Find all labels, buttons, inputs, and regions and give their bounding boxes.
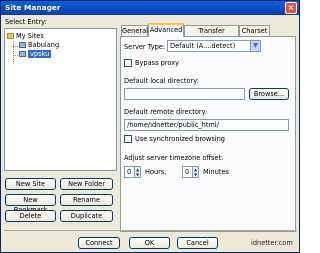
tree-connector: [13, 55, 18, 56]
rename-button[interactable]: Rename: [60, 194, 113, 206]
ok-button[interactable]: OK: [129, 237, 170, 249]
cancel-button[interactable]: Cancel: [177, 237, 218, 249]
default-local-dir-input[interactable]: [124, 88, 245, 100]
timezone-offset-label: Adjust server timezone offset:: [124, 154, 224, 162]
minutes-spinner[interactable]: 0 ▲ ▼: [182, 166, 199, 178]
minutes-label: Minutes: [203, 168, 229, 176]
tab-advanced[interactable]: Advanced: [148, 23, 184, 37]
server-type-label: Server Type:: [124, 43, 166, 51]
default-remote-dir-label: Default remote directory:: [124, 108, 208, 116]
chevron-down-icon[interactable]: ▼: [250, 41, 260, 51]
server-type-value: Default (A....detect): [170, 42, 236, 50]
advanced-panel: Server Type: Default (A....detect) ▼ Byp…: [120, 36, 296, 232]
tree-item-babulang[interactable]: Babulang: [19, 41, 59, 50]
close-icon[interactable]: ×: [285, 2, 297, 14]
bypass-proxy-checkbox[interactable]: [124, 59, 132, 67]
title-bar: Site Manager ×: [1, 1, 299, 15]
new-bookmark-button[interactable]: New Bookmark: [5, 194, 56, 214]
duplicate-button[interactable]: Duplicate: [60, 210, 113, 222]
browse-button[interactable]: Browse...: [249, 88, 289, 100]
watermark: idnetter.com: [251, 239, 293, 247]
sync-browsing-checkbox[interactable]: [124, 135, 132, 143]
site-icon: [19, 42, 26, 48]
tab-general[interactable]: General: [121, 25, 148, 36]
tree-connector: [13, 41, 14, 64]
tab-transfer-settings[interactable]: Transfer Settings: [184, 25, 239, 45]
spinner-arrows-icon[interactable]: ▲ ▼: [134, 167, 140, 177]
window-title: Site Manager: [5, 3, 61, 12]
minutes-value: 0: [185, 168, 190, 176]
tree-item-label: Babulang: [28, 41, 60, 49]
site-tree[interactable]: My Sites Babulang vpsku: [4, 28, 117, 171]
tab-charset[interactable]: Charset: [239, 25, 270, 36]
tree-item-label: vpsku: [28, 50, 52, 58]
new-site-button[interactable]: New Site: [5, 178, 56, 190]
site-icon: [19, 51, 26, 57]
delete-button[interactable]: Delete: [5, 210, 56, 222]
bypass-proxy-label: Bypass proxy: [135, 59, 180, 67]
tree-item-label: My Sites: [16, 32, 44, 40]
hours-spinner[interactable]: 0 ▲ ▼: [124, 166, 141, 178]
sync-browsing-label: Use synchronized browsing: [135, 135, 225, 143]
spinner-arrows-icon[interactable]: ▲ ▼: [192, 167, 198, 177]
tree-item-vpsku[interactable]: vpsku: [19, 50, 52, 59]
tree-connector: [13, 46, 18, 47]
server-type-select[interactable]: Default (A....detect) ▼: [167, 40, 261, 52]
folder-icon: [7, 33, 14, 39]
tree-item-my-sites[interactable]: My Sites: [7, 32, 44, 41]
new-folder-button[interactable]: New Folder: [60, 178, 113, 190]
hours-value: 0: [127, 168, 132, 176]
hours-label: Hours,: [145, 168, 167, 176]
site-manager-window: Site Manager × Select Entry: My Sites Ba…: [0, 0, 300, 253]
divider: [4, 230, 297, 231]
default-local-dir-label: Default local directory:: [124, 77, 199, 85]
default-remote-dir-input[interactable]: /home/idnetter/public_html/: [124, 119, 289, 131]
select-entry-label: Select Entry:: [5, 18, 47, 26]
connect-button[interactable]: Connect: [78, 237, 120, 249]
